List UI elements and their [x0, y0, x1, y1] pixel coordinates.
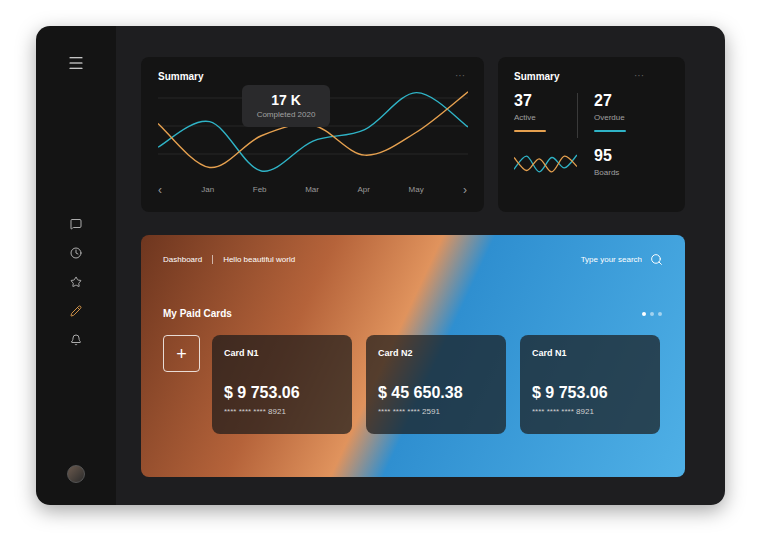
next-button[interactable]: ›	[463, 184, 467, 196]
sidebar	[36, 26, 116, 505]
month-axis: ‹ Jan Feb Mar Apr May ›	[158, 184, 467, 196]
month-label: May	[409, 184, 424, 196]
sidebar-nav	[69, 217, 83, 347]
add-card-button[interactable]: +	[163, 335, 200, 372]
bell-icon	[70, 334, 82, 346]
app-frame: Summary ··· ‹ Jan Feb Mar Apr May › 17 KCompleted…	[36, 26, 725, 505]
card-number: **** **** **** 8921	[224, 406, 340, 418]
more-button[interactable]: ···	[634, 71, 669, 81]
stat-label: Boards	[594, 167, 619, 179]
clock-icon	[70, 247, 82, 259]
search-input[interactable]	[568, 254, 642, 266]
chart-line	[514, 156, 577, 172]
grid-line	[158, 154, 468, 155]
banner-header: Dashboard Hello beautiful world	[163, 253, 663, 266]
mini-wave-chart	[514, 149, 577, 179]
payment-card[interactable]: Card N1 $ 9 753.06 **** **** **** 8921	[520, 335, 660, 434]
search-icon[interactable]	[650, 253, 663, 266]
avatar[interactable]	[67, 465, 85, 483]
pencil-icon	[70, 305, 82, 317]
payment-card[interactable]: Card N1 $ 9 753.06 **** **** **** 8921	[212, 335, 352, 434]
top-row: Summary ··· ‹ Jan Feb Mar Apr May › 17 KCompleted…	[141, 57, 685, 212]
prev-button[interactable]: ‹	[158, 184, 162, 196]
carousel-dots	[642, 312, 663, 316]
stat-bar	[594, 130, 626, 132]
month-label: Jan	[201, 184, 214, 196]
breadcrumb[interactable]: Hello beautiful world	[223, 254, 295, 266]
summary-chart-card: Summary ··· ‹ Jan Feb Mar Apr May › 17 KCompleted…	[141, 57, 484, 212]
page: Summary ··· ‹ Jan Feb Mar Apr May › 17 KCompleted…	[0, 0, 761, 551]
carousel-dot[interactable]	[642, 312, 646, 316]
carousel-dot[interactable]	[658, 312, 662, 316]
card-header: Summary ···	[514, 69, 669, 83]
card-amount: $ 9 753.06	[224, 385, 340, 401]
breadcrumb[interactable]: Dashboard	[163, 254, 202, 266]
payment-card[interactable]: Card N2 $ 45 650.38 **** **** **** 2591	[366, 335, 506, 434]
carousel-dot[interactable]	[650, 312, 654, 316]
stat-label: Overdue	[594, 112, 626, 124]
card-name: Card N2	[378, 347, 494, 361]
menu-icon	[67, 54, 85, 72]
card-number: **** **** **** 2591	[378, 406, 494, 418]
card-title: Summary	[514, 69, 560, 84]
stat: 37 Active	[514, 93, 577, 138]
card-number: **** **** **** 8921	[532, 406, 648, 418]
cards-banner: Dashboard Hello beautiful world My Paid Ca…	[141, 235, 685, 477]
divider	[577, 93, 578, 138]
stat: 95 Boards	[577, 148, 619, 179]
section-title: My Paid Cards	[163, 306, 232, 321]
star-icon	[70, 276, 82, 288]
menu-button[interactable]	[66, 55, 86, 71]
month-label: Feb	[253, 184, 267, 196]
stat-label: Active	[514, 112, 577, 124]
chart-line	[514, 154, 577, 171]
stat: 27 Overdue	[578, 93, 626, 138]
card-title: Summary	[158, 69, 204, 84]
stat-value: 37	[514, 93, 577, 109]
month-label: Apr	[358, 184, 370, 196]
chat-icon	[70, 218, 82, 230]
more-button[interactable]: ···	[455, 71, 467, 81]
stats-card: Summary ··· 37 Active 27 Overdue 95 Boards	[498, 57, 685, 212]
stats-row: 37 Active 27 Overdue	[514, 93, 669, 138]
cards-row: +Card N1$ 9 753.06**** **** **** 8921Car…	[163, 335, 663, 434]
month-label: Mar	[305, 184, 319, 196]
sidebar-item[interactable]	[69, 275, 83, 289]
sidebar-item[interactable]	[69, 217, 83, 231]
main: Summary ··· ‹ Jan Feb Mar Apr May › 17 KCompleted…	[116, 26, 725, 505]
stat-value: 95	[594, 148, 619, 164]
stat-bar	[514, 130, 546, 132]
section-header: My Paid Cards	[163, 306, 663, 321]
tooltip-value: 17 K	[271, 92, 301, 110]
card-amount: $ 9 753.06	[532, 385, 648, 401]
card-name: Card N1	[532, 347, 648, 361]
sidebar-item[interactable]	[69, 333, 83, 347]
stat-value: 27	[594, 93, 626, 109]
search-field	[568, 253, 663, 266]
chart-tooltip: 17 KCompleted 2020	[242, 85, 330, 127]
breadcrumb-separator	[212, 255, 213, 264]
card-amount: $ 45 650.38	[378, 385, 494, 401]
boards-row: 95 Boards	[514, 148, 669, 179]
card-name: Card N1	[224, 347, 340, 361]
card-header: Summary ···	[158, 69, 467, 83]
sidebar-item[interactable]	[69, 246, 83, 260]
sidebar-item[interactable]	[69, 304, 83, 318]
tooltip-label: Completed 2020	[257, 110, 316, 120]
breadcrumbs: Dashboard Hello beautiful world	[163, 254, 295, 266]
